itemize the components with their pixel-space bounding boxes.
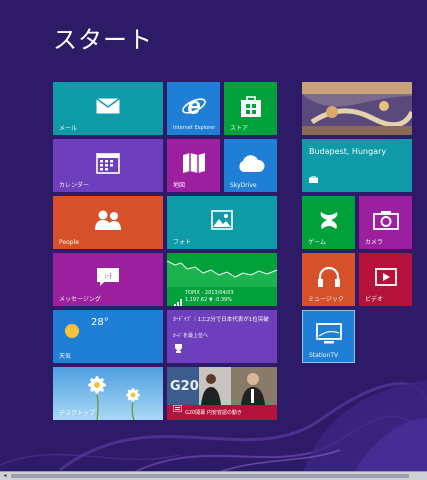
tile-label: ミュージック xyxy=(308,296,344,303)
tile-people[interactable]: People xyxy=(53,196,163,249)
tile-label: Internet Explorer xyxy=(173,125,216,131)
tile-label: メール xyxy=(59,125,78,132)
tile-label: ストア xyxy=(230,125,249,132)
map-icon xyxy=(182,152,206,174)
mail-icon xyxy=(96,98,120,114)
tile-travel[interactable]: Budapest, Hungary xyxy=(302,139,412,192)
suitcase-icon xyxy=(309,168,318,187)
tile-maps[interactable]: 地図 xyxy=(167,139,220,192)
tv-icon xyxy=(315,323,342,345)
tile-mail[interactable]: メール xyxy=(53,82,163,135)
tile-internet-explorer[interactable]: e Internet Explorer xyxy=(167,82,220,135)
tile-photo-sagrada[interactable] xyxy=(302,82,412,135)
tile-label: 天気 xyxy=(59,353,72,360)
tile-label: カメラ xyxy=(365,239,384,246)
weather-temp: 28° xyxy=(91,317,109,328)
camera-icon xyxy=(372,210,399,231)
internet-explorer-icon: e xyxy=(181,93,207,119)
tile-label: メッセージング xyxy=(59,296,101,303)
tile-music[interactable]: ミュージック xyxy=(302,253,355,306)
scroll-left-arrow[interactable]: ◂ xyxy=(1,472,9,480)
tile-photos[interactable]: フォト xyxy=(167,196,277,249)
tile-calendar[interactable]: カレンダー xyxy=(53,139,163,192)
sports-headline: ｶｰﾄﾞｲﾌﾞ｜1ｺﾆ2分で日本代表が1位突破 xyxy=(173,317,269,323)
store-bag-icon xyxy=(240,94,262,118)
tile-camera[interactable]: カメラ xyxy=(359,196,412,249)
xbox-icon xyxy=(317,209,341,231)
tile-label: SkyDrive xyxy=(230,182,257,189)
message-bubble-icon: :-) xyxy=(96,267,120,287)
chart-up-icon xyxy=(174,292,182,306)
page-title: スタート xyxy=(53,26,153,54)
tile-label: ゲーム xyxy=(308,239,326,246)
cloud-icon xyxy=(236,153,266,173)
tile-store[interactable]: ストア xyxy=(224,82,277,135)
photo-icon xyxy=(211,210,233,231)
travel-headline: Budapest, Hungary xyxy=(309,147,387,156)
tile-news[interactable]: G20 G20開幕 円安容認の動き xyxy=(167,367,277,420)
finance-chart xyxy=(167,260,277,287)
tile-label: カレンダー xyxy=(59,182,90,189)
svg-text:e: e xyxy=(187,93,200,119)
tile-stationtv[interactable]: StationTV xyxy=(302,310,355,363)
news-headline: G20開幕 円安容認の動き xyxy=(185,410,242,416)
headphones-icon xyxy=(317,266,341,288)
tile-sports[interactable]: ｶｰﾄﾞｲﾌﾞ｜1ｺﾆ2分で日本代表が1位突破 ｶｰﾄﾞを最上位へ xyxy=(167,310,277,363)
tile-desktop[interactable]: デスクトップ xyxy=(53,367,163,420)
scroll-thumb[interactable] xyxy=(11,474,409,478)
tile-label: フォト xyxy=(173,239,192,246)
svg-text::-): :-) xyxy=(104,272,112,280)
sun-icon xyxy=(63,322,81,344)
tile-video[interactable]: ビデオ xyxy=(359,253,412,306)
tile-skydrive[interactable]: SkyDrive xyxy=(224,139,277,192)
newspaper-icon xyxy=(172,397,183,416)
trophy-icon xyxy=(174,338,183,357)
finance-value: 1,197.62 ▼ -0.39% xyxy=(185,297,232,303)
tile-weather[interactable]: 28° 天気 xyxy=(53,310,163,363)
calendar-icon xyxy=(96,152,120,175)
tile-label: People xyxy=(59,239,79,246)
tile-label: StationTV xyxy=(309,352,339,359)
news-logo: G20 xyxy=(170,379,199,394)
tile-label: デスクトップ xyxy=(59,410,96,417)
tile-label: ビデオ xyxy=(365,296,384,303)
tile-messaging[interactable]: :-) メッセージング xyxy=(53,253,163,306)
cathedral-photo xyxy=(302,82,412,135)
horizontal-scrollbar[interactable]: ◂ xyxy=(0,471,427,480)
people-icon xyxy=(94,210,122,231)
tile-games[interactable]: ゲーム xyxy=(302,196,355,249)
video-play-icon xyxy=(374,268,397,287)
finance-label: TOPIX - 2013/04/03 xyxy=(185,290,234,296)
tile-label: 地図 xyxy=(173,182,186,189)
tile-finance[interactable]: TOPIX - 2013/04/03 1,197.62 ▼ -0.39% xyxy=(167,253,277,306)
